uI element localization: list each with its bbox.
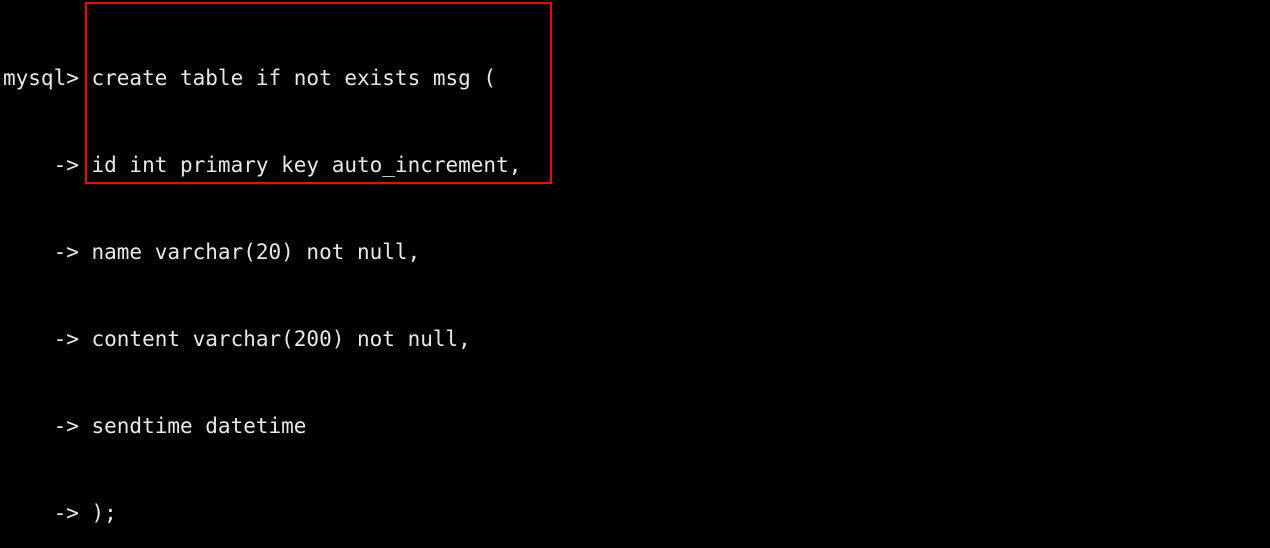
console-line-3: -> content varchar(200) not null, — [3, 327, 471, 351]
console-line-0: mysql> create table if not exists msg ( — [3, 66, 497, 90]
mysql-terminal-window: mysql> create table if not exists msg ( … — [0, 0, 1270, 548]
console-line-1: -> id int primary key auto_increment, — [3, 153, 522, 177]
console-line-4: -> sendtime datetime — [3, 414, 307, 438]
console-line-5: -> ); — [3, 501, 117, 525]
console-line-2: -> name varchar(20) not null, — [3, 240, 421, 264]
console-output: mysql> create table if not exists msg ( … — [3, 6, 1267, 548]
